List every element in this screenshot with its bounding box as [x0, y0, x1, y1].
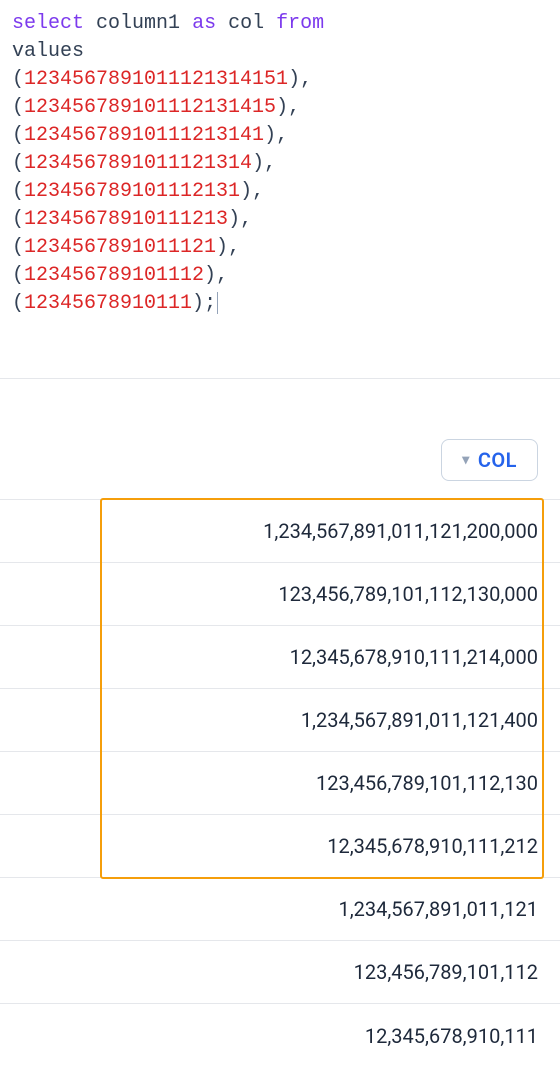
cell-value: 12,345,678,910,111,214,000	[290, 645, 538, 669]
chevron-down-icon: ▾	[462, 452, 470, 468]
cell-value: 123,456,789,101,112,130	[316, 771, 538, 795]
table-row[interactable]: 123,456,789,101,112	[0, 941, 560, 1004]
table-row[interactable]: 12,345,678,910,111	[0, 1004, 560, 1067]
table-row[interactable]: 12,345,678,910,111,214,000	[0, 626, 560, 689]
cell-value: 1,234,567,891,011,121,200,000	[263, 519, 538, 543]
table-row[interactable]: 123,456,789,101,112,130	[0, 752, 560, 815]
cell-value: 12,345,678,910,111,212	[327, 834, 538, 858]
table-row[interactable]: 1,234,567,891,011,121,200,000	[0, 500, 560, 563]
results-panel: ▾ COL 1,234,567,891,011,121,200,000 123,4…	[0, 379, 560, 1067]
table-row[interactable]: 12,345,678,910,111,212	[0, 815, 560, 878]
cell-value: 1,234,567,891,011,121	[338, 897, 538, 921]
cell-value: 1,234,567,891,011,121,400	[301, 708, 538, 732]
text-cursor	[217, 292, 218, 314]
table-row[interactable]: 1,234,567,891,011,121,400	[0, 689, 560, 752]
column-header-button[interactable]: ▾ COL	[441, 439, 538, 481]
results-table: 1,234,567,891,011,121,200,000 123,456,789…	[0, 499, 560, 1067]
cell-value: 123,456,789,101,112,130,000	[278, 582, 538, 606]
column-label: COL	[478, 448, 517, 472]
cell-value: 12,345,678,910,111	[365, 1024, 538, 1048]
table-row[interactable]: 123,456,789,101,112,130,000	[0, 563, 560, 626]
cell-value: 123,456,789,101,112	[354, 960, 538, 984]
table-row[interactable]: 1,234,567,891,011,121	[0, 878, 560, 941]
sql-editor[interactable]: select column1 as col from values (12345…	[0, 0, 560, 379]
